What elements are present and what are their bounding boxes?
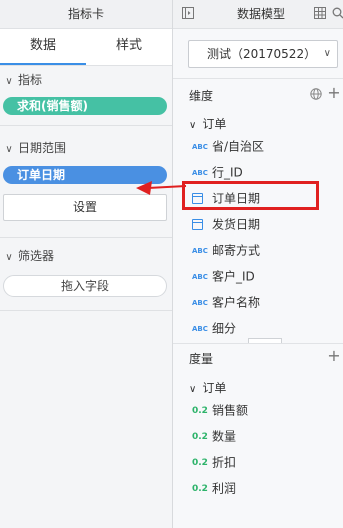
- chevron-down-icon: ∨: [5, 76, 13, 87]
- data-model-header: 数据模型: [173, 0, 343, 29]
- field-label: 邮寄方式: [212, 243, 261, 258]
- field-label: 发货日期: [212, 217, 261, 232]
- data-model-title: 数据模型: [237, 7, 286, 21]
- section-date-range-header[interactable]: ∨ 日期范围: [0, 136, 172, 160]
- field-label: 折扣: [212, 455, 237, 470]
- chevron-down-icon: ∨: [189, 384, 197, 395]
- field-label: 行_ID: [212, 165, 243, 180]
- text-type-icon: ABC: [192, 168, 208, 177]
- field-item[interactable]: ABC 行_ID: [192, 162, 332, 182]
- field-label: 数量: [212, 429, 237, 444]
- text-type-icon: ABC: [192, 246, 208, 255]
- field-item[interactable]: ABC 客户名称: [192, 292, 332, 312]
- search-icon[interactable]: [331, 7, 343, 21]
- text-type-icon: ABC: [192, 142, 208, 151]
- field-label: 销售额: [212, 403, 249, 418]
- dimension-group-header[interactable]: ∨ 订单: [189, 115, 226, 132]
- measure-group-header[interactable]: ∨ 订单: [189, 379, 226, 396]
- field-item[interactable]: 0.2 利润: [192, 478, 332, 498]
- section-filter-header[interactable]: ∨ 筛选器: [0, 244, 172, 268]
- dimensions-header: 维度: [189, 89, 214, 103]
- drag-arrow: [136, 181, 187, 195]
- tab-data[interactable]: 数据: [0, 29, 86, 65]
- field-item[interactable]: 发货日期: [192, 214, 332, 234]
- text-type-icon: ABC: [192, 272, 208, 281]
- right-panel: [173, 0, 343, 528]
- section-filter-label: 筛选器: [18, 249, 55, 263]
- tab-bar: 数据 样式: [0, 29, 172, 66]
- field-item[interactable]: ABC 细分: [192, 318, 332, 338]
- chevron-down-icon: ∨: [5, 252, 13, 263]
- divider: [173, 343, 343, 344]
- dimension-group-label: 订单: [202, 117, 227, 131]
- globe-icon[interactable]: [309, 88, 323, 102]
- section-metric-label: 指标: [18, 73, 43, 87]
- divider: [0, 310, 172, 311]
- numeric-type-icon: 0.2: [192, 431, 208, 442]
- field-label: 客户名称: [212, 295, 261, 310]
- numeric-type-icon: 0.2: [192, 483, 208, 494]
- divider: [0, 237, 172, 238]
- field-label: 细分: [212, 321, 237, 336]
- field-label: 省/自治区: [212, 139, 265, 154]
- dataset-select[interactable]: 测试（20170522） ∨: [188, 40, 338, 68]
- text-type-icon: ABC: [192, 324, 208, 333]
- tab-style[interactable]: 样式: [86, 29, 172, 65]
- metric-pill[interactable]: 求和(销售额): [3, 97, 167, 115]
- dataset-select-value: 测试（20170522）: [207, 47, 317, 61]
- chevron-down-icon: ∨: [189, 120, 197, 131]
- highlight-box: [182, 181, 319, 210]
- collapse-panel-icon[interactable]: [181, 7, 195, 21]
- section-date-range-label: 日期范围: [18, 141, 67, 155]
- field-item[interactable]: 0.2 销售额: [192, 400, 332, 420]
- field-item[interactable]: ABC 邮寄方式: [192, 240, 332, 260]
- add-icon[interactable]: +: [327, 348, 341, 364]
- field-item[interactable]: 0.2 数量: [192, 426, 332, 446]
- divider: [0, 125, 172, 126]
- chevron-down-icon: ∨: [5, 144, 13, 155]
- divider: [173, 78, 343, 79]
- add-icon[interactable]: +: [327, 85, 341, 101]
- field-label: 客户_ID: [212, 269, 255, 284]
- table-icon[interactable]: [313, 7, 327, 21]
- field-item[interactable]: ABC 省/自治区: [192, 136, 332, 156]
- numeric-type-icon: 0.2: [192, 405, 208, 416]
- field-item[interactable]: ABC 客户_ID: [192, 266, 332, 286]
- section-metric-header[interactable]: ∨ 指标: [0, 68, 172, 92]
- numeric-type-icon: 0.2: [192, 457, 208, 468]
- calendar-icon: [192, 219, 203, 230]
- panel-title: 指标卡: [0, 0, 172, 29]
- measure-group-label: 订单: [202, 381, 227, 395]
- field-item[interactable]: 0.2 折扣: [192, 452, 332, 472]
- field-label: 利润: [212, 481, 237, 496]
- text-type-icon: ABC: [192, 298, 208, 307]
- filter-drop-zone[interactable]: 拖入字段: [3, 275, 167, 297]
- measures-header: 度量: [189, 352, 214, 366]
- chevron-down-icon: ∨: [323, 48, 331, 59]
